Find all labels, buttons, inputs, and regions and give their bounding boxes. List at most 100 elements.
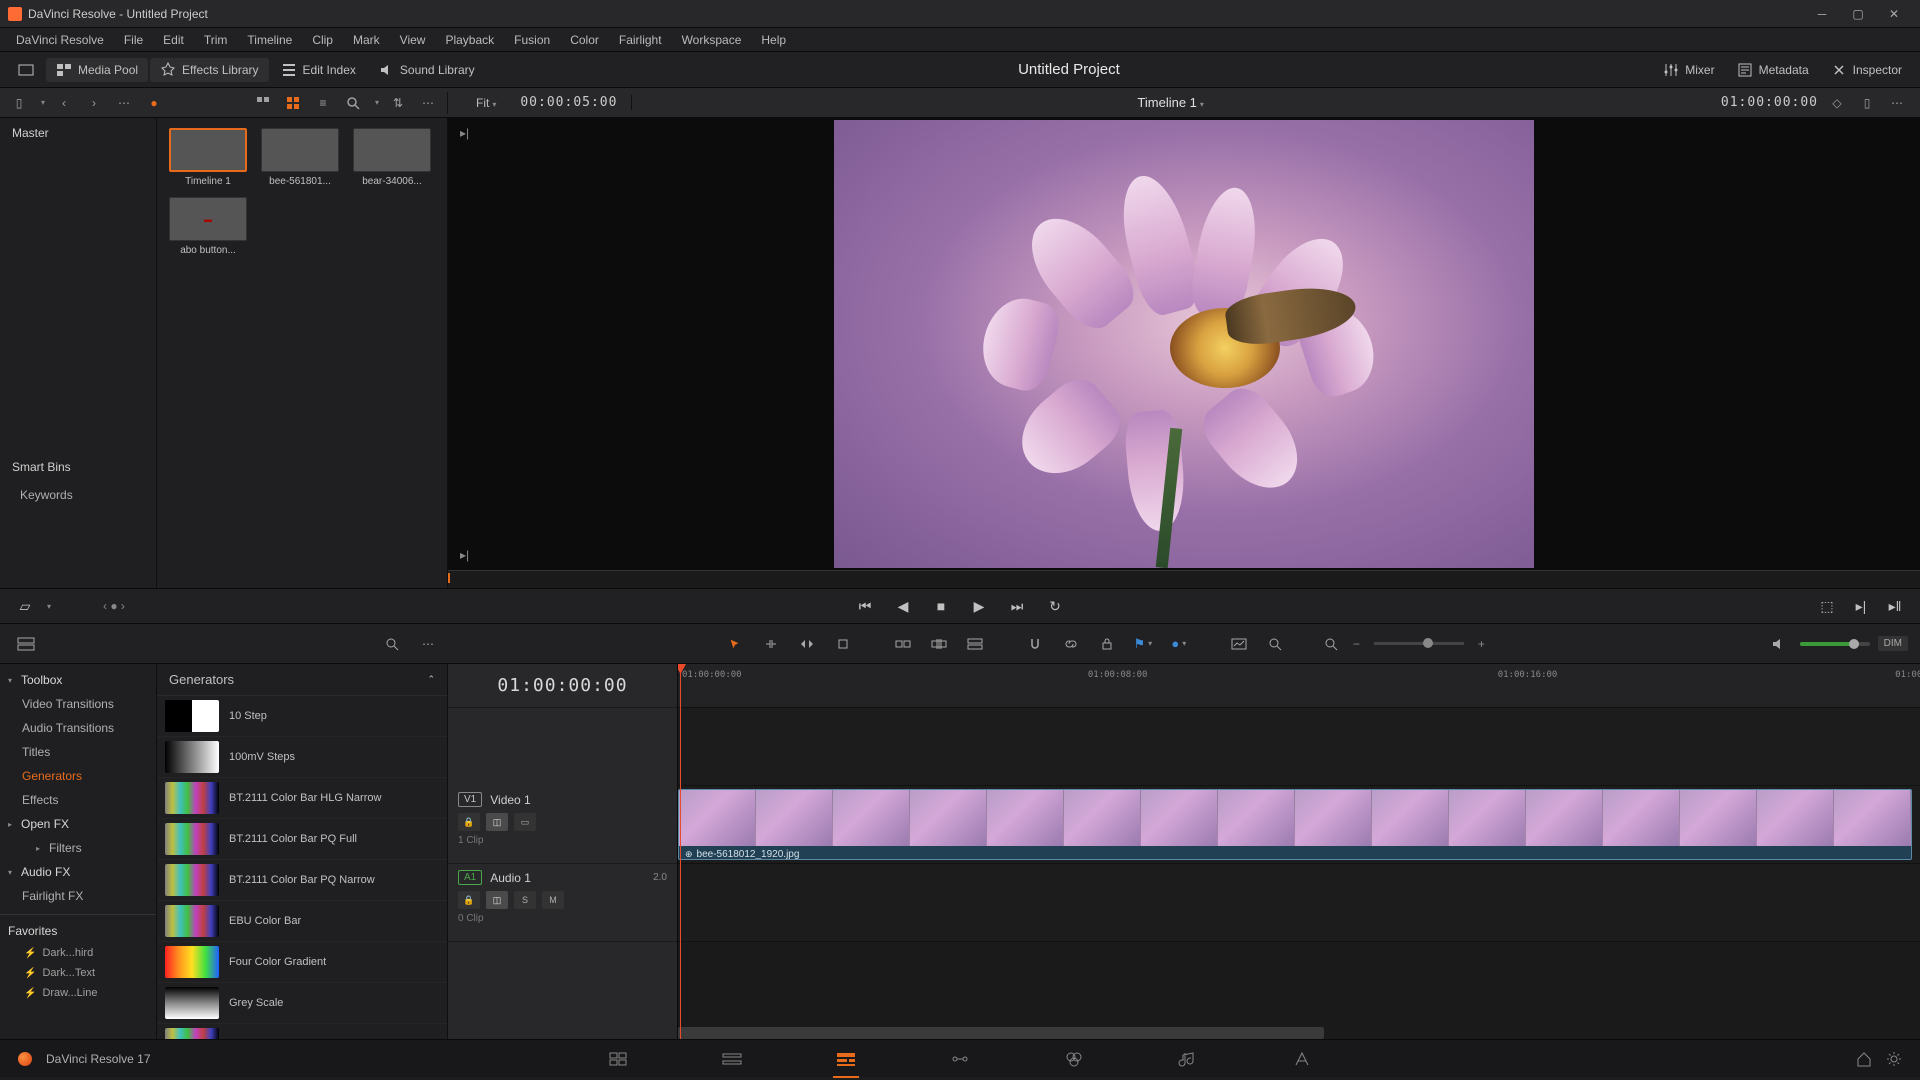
generator-smpte-color-bar[interactable]: SMPTE Color Bar — [157, 1024, 447, 1039]
effects-item[interactable]: Effects — [0, 788, 156, 812]
audio-auto-select-button[interactable]: ◫ — [486, 891, 508, 909]
video-lock-button[interactable]: 🔒 — [458, 813, 480, 831]
effects-options-button[interactable]: ⋯ — [414, 632, 442, 656]
menu-edit[interactable]: Edit — [153, 30, 194, 50]
timeline-scrollbar[interactable] — [678, 1027, 1920, 1039]
fairlight-page-tab[interactable] — [1171, 1045, 1205, 1073]
search-dropdown-icon[interactable]: ▾ — [375, 98, 379, 107]
media-item-bear[interactable]: bear-34006... — [351, 128, 433, 187]
toolbox-header[interactable]: ▾Toolbox — [0, 668, 156, 692]
search-timeline-button[interactable] — [1261, 632, 1289, 656]
link-toggle[interactable] — [1057, 632, 1085, 656]
bypass-grades-button[interactable]: ◇ — [1826, 92, 1848, 114]
viewer-canvas[interactable]: ▸| ▸| — [448, 118, 1920, 570]
generators-header[interactable]: Generators⌃ — [157, 664, 447, 696]
menu-workspace[interactable]: Workspace — [672, 30, 752, 50]
go-end-button[interactable]: ▸‖ — [1882, 593, 1908, 619]
playhead[interactable] — [680, 664, 681, 1039]
zoom-slider[interactable] — [1374, 642, 1464, 645]
nav-back-button[interactable]: ‹ — [53, 92, 75, 114]
effects-search-button[interactable] — [378, 632, 406, 656]
timeline-tracks[interactable]: 01:00:00:00 01:00:08:00 01:00:16:00 01:0… — [678, 664, 1920, 1039]
media-pool-button[interactable]: Media Pool — [46, 58, 148, 82]
metadata-button[interactable]: Metadata — [1727, 58, 1819, 82]
effects-library-button[interactable]: Effects Library — [150, 58, 268, 82]
color-page-tab[interactable] — [1057, 1045, 1091, 1073]
loop-button[interactable]: ↻ — [1042, 593, 1068, 619]
first-frame-button[interactable]: ⏮ — [852, 593, 878, 619]
zoom-out-button[interactable]: − — [1353, 637, 1360, 651]
favorite-item-1[interactable]: ⚡Dark...hird — [0, 943, 156, 963]
audio-solo-button[interactable]: S — [514, 891, 536, 909]
timeline-timecode[interactable]: 01:00:00:00 — [448, 664, 677, 708]
volume-slider[interactable] — [1800, 642, 1870, 646]
generator-10-step[interactable]: 10 Step — [157, 696, 447, 737]
mixer-button[interactable]: Mixer — [1653, 58, 1724, 82]
fusion-page-tab[interactable] — [943, 1045, 977, 1073]
play-button[interactable]: ▶ — [966, 593, 992, 619]
list-view-button[interactable] — [252, 92, 274, 114]
snap-toggle[interactable] — [1021, 632, 1049, 656]
generator-ebu-color-bar[interactable]: EBU Color Bar — [157, 901, 447, 942]
menu-trim[interactable]: Trim — [194, 30, 238, 50]
edit-index-button[interactable]: Edit Index — [271, 58, 366, 82]
match-frame-icon[interactable]: ▸| — [460, 126, 474, 140]
flag-button[interactable]: ⚑▾ — [1129, 632, 1157, 656]
generator-grey-scale[interactable]: Grey Scale — [157, 983, 447, 1024]
video-track-lane[interactable]: ⊕ bee-5618012_1920.jpg — [678, 786, 1920, 864]
media-options-button[interactable]: ⋯ — [417, 92, 439, 114]
deliver-page-tab[interactable] — [1285, 1045, 1319, 1073]
strip-view-button[interactable]: ≡ — [312, 92, 334, 114]
generator-100mv-steps[interactable]: 100mV Steps — [157, 737, 447, 778]
generator-bt2111-hlg[interactable]: BT.2111 Color Bar HLG Narrow — [157, 778, 447, 819]
transform-overlay-button[interactable]: ▱ — [12, 593, 38, 619]
audio-track-header[interactable]: A1 Audio 1 2.0 🔒 ◫ S M 0 Clip — [448, 864, 677, 942]
audio-transitions-item[interactable]: Audio Transitions — [0, 716, 156, 740]
titles-item[interactable]: Titles — [0, 740, 156, 764]
search-button[interactable] — [342, 92, 364, 114]
menu-timeline[interactable]: Timeline — [237, 30, 302, 50]
audio-mute-button[interactable]: M — [542, 891, 564, 909]
menu-fusion[interactable]: Fusion — [504, 30, 560, 50]
menu-view[interactable]: View — [390, 30, 436, 50]
next-edit-button[interactable]: ▸| — [1848, 593, 1874, 619]
sound-library-button[interactable]: Sound Library — [368, 58, 485, 82]
generator-bt2111-pq-full[interactable]: BT.2111 Color Bar PQ Full — [157, 819, 447, 860]
openfx-header[interactable]: ▸Open FX — [0, 812, 156, 836]
full-screen-viewer-button[interactable] — [8, 58, 44, 82]
zoom-timeline-button[interactable] — [1317, 632, 1345, 656]
favorite-item-3[interactable]: ⚡Draw...Line — [0, 983, 156, 1003]
video-transitions-item[interactable]: Video Transitions — [0, 692, 156, 716]
overlay-dropdown-icon[interactable]: ▾ — [47, 602, 51, 611]
insert-clip-button[interactable] — [889, 632, 917, 656]
video-auto-select-button[interactable]: ◫ — [486, 813, 508, 831]
master-bin[interactable]: Master — [0, 118, 156, 148]
smart-bins-header[interactable]: Smart Bins — [0, 452, 156, 482]
maximize-button[interactable]: ▢ — [1840, 3, 1876, 25]
favorites-header[interactable]: Favorites — [0, 919, 156, 943]
keywords-bin[interactable]: Keywords — [0, 482, 156, 508]
menu-file[interactable]: File — [114, 30, 153, 50]
mark-in-out-button[interactable]: ⬚ — [1814, 593, 1840, 619]
menu-help[interactable]: Help — [751, 30, 796, 50]
home-button[interactable] — [1856, 1051, 1872, 1067]
timeline-view-options-button[interactable] — [12, 632, 40, 656]
cut-page-tab[interactable] — [715, 1045, 749, 1073]
close-button[interactable]: ✕ — [1876, 3, 1912, 25]
edit-page-tab[interactable] — [829, 1045, 863, 1073]
replace-clip-button[interactable] — [961, 632, 989, 656]
marker-button[interactable]: ●▾ — [1165, 632, 1193, 656]
menu-color[interactable]: Color — [560, 30, 609, 50]
dynamic-trim-tool[interactable] — [793, 632, 821, 656]
bin-view-button[interactable]: ▯ — [8, 92, 30, 114]
single-viewer-button[interactable]: ▯ — [1856, 92, 1878, 114]
timeline-ruler[interactable]: 01:00:00:00 01:00:08:00 01:00:16:00 01:0… — [678, 664, 1920, 708]
trim-tool[interactable] — [757, 632, 785, 656]
media-item-timeline[interactable]: Timeline 1 — [167, 128, 249, 187]
thumbnail-view-button[interactable] — [282, 92, 304, 114]
video-track-header[interactable]: V1 Video 1 🔒 ◫ ▭ 1 Clip — [448, 786, 677, 864]
project-settings-button[interactable] — [1886, 1051, 1902, 1067]
zoom-in-button[interactable]: + — [1478, 637, 1485, 651]
dim-button[interactable]: DIM — [1878, 636, 1908, 651]
stop-button[interactable]: ■ — [928, 593, 954, 619]
